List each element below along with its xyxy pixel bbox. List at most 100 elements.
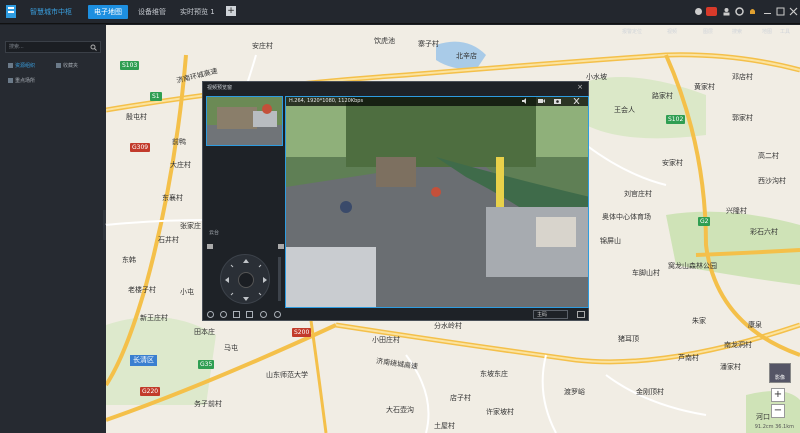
app-logo-icon: [6, 5, 16, 18]
place-label: 田本庄: [194, 328, 215, 336]
place-label: 许家坡村: [486, 408, 514, 416]
place-label: 小田庄村: [372, 336, 400, 344]
place-label: 新王庄村: [140, 314, 168, 322]
road-badge: G35: [198, 360, 215, 369]
tree-item[interactable]: 重点场所: [8, 77, 35, 84]
close-icon[interactable]: [789, 7, 798, 16]
video-player[interactable]: H.264, 1920*1080, 1120Kbps: [285, 96, 589, 308]
place-label: 安家村: [662, 159, 683, 167]
map-type-thumbnail[interactable]: 影像: [769, 363, 791, 383]
place-label: 马屯: [224, 344, 238, 352]
close-video-icon[interactable]: [573, 98, 580, 104]
place-label: 车脚山村: [632, 269, 660, 277]
place-label: 刘官庄村: [624, 190, 652, 198]
tab-favorites[interactable]: 收藏夹: [56, 62, 78, 69]
road-badge: G2: [698, 217, 711, 226]
place-label: 芦南村: [678, 354, 699, 362]
place-label: 河口: [756, 413, 770, 421]
place-label: 高二村: [758, 152, 779, 160]
thumbnail-image: [207, 97, 282, 145]
minimize-icon[interactable]: [763, 7, 772, 16]
fit-icon[interactable]: [246, 311, 253, 318]
place-label: 王会人: [614, 106, 635, 114]
tab-map[interactable]: 电子地图: [88, 5, 128, 19]
camera-thumbnail[interactable]: [206, 96, 283, 146]
place-label: 东坡东庄: [480, 370, 508, 378]
tab-resource[interactable]: 资源组织: [8, 62, 35, 69]
road-badge: S1: [150, 92, 162, 101]
place-label: 朱家: [692, 317, 706, 325]
search-input[interactable]: 搜索...: [5, 41, 101, 53]
place-label: 北辛店: [456, 52, 477, 60]
zoom-out-icon[interactable]: [207, 311, 214, 318]
tab-device[interactable]: 设备维管: [132, 5, 172, 19]
ptz-control-panel: 云台: [206, 229, 284, 305]
toolbar-map[interactable]: 地图: [762, 28, 772, 35]
zoom-in-icon[interactable]: [220, 311, 227, 318]
ptz-direction-pad[interactable]: [220, 254, 270, 304]
gear-icon[interactable]: [735, 7, 744, 16]
road-badge: S200: [292, 328, 312, 337]
zoom-out-button[interactable]: −: [771, 404, 785, 418]
place-label: 土屋村: [434, 422, 455, 430]
tab-preview[interactable]: 实时预览 1: [174, 5, 221, 19]
place-label: 郭家村: [732, 114, 753, 122]
toolbar-search[interactable]: 搜索: [732, 28, 742, 35]
resource-panel: 搜索... 资源组织 收藏夹 重点场所: [0, 25, 106, 433]
toolbar-layer[interactable]: 图层: [703, 28, 713, 35]
video-window-close-button[interactable]: ×: [577, 83, 583, 91]
video-header: H.264, 1920*1080, 1120Kbps: [286, 97, 588, 106]
place-label: 分水岭村: [434, 322, 462, 330]
video-preview-window: 视频预览窗 × 云台 H.264, 1920*1080, 1120Kbps 主码: [202, 81, 589, 321]
volume-icon[interactable]: [522, 98, 529, 104]
stream-quality-select[interactable]: 主码: [533, 310, 568, 319]
place-label: 张家庄: [180, 222, 201, 230]
user-icon[interactable]: [722, 7, 731, 16]
toolbar-alarm[interactable]: 报警定位: [622, 28, 642, 35]
maximize-icon[interactable]: [776, 7, 785, 16]
lock-icon[interactable]: [206, 241, 214, 249]
snapshot-icon[interactable]: [554, 98, 561, 104]
top-bar: 智慧城市中枢 电子地图 设备维管 实时预览 1 +: [0, 0, 800, 24]
district-label: 长清区: [130, 355, 157, 366]
fullscreen-icon[interactable]: [233, 311, 240, 318]
place-label: 山东师范大学: [266, 371, 308, 379]
alarm-icon[interactable]: [694, 7, 703, 16]
place-label: 金刚顶村: [636, 388, 664, 396]
lock-icon[interactable]: [278, 241, 284, 249]
place-label: 奥体中心体育场: [602, 213, 651, 221]
stream-info: H.264, 1920*1080, 1120Kbps: [289, 98, 364, 104]
record-icon[interactable]: [538, 98, 545, 104]
notification-icon[interactable]: [748, 7, 757, 16]
place-label: 东襄村: [162, 194, 183, 202]
place-label: 黄家村: [694, 83, 715, 91]
search-icon[interactable]: [90, 44, 97, 51]
place-label: 彩石六村: [750, 228, 778, 236]
place-label: 渡罗峪: [564, 388, 585, 396]
place-label: 窝龙山森林公园: [668, 262, 717, 270]
toolbar-video[interactable]: 视频: [667, 28, 677, 35]
place-label: 店子村: [450, 394, 471, 402]
favorites-icon: [56, 63, 61, 68]
zoom-slider[interactable]: [278, 257, 281, 301]
ptz-label: 云台: [209, 230, 220, 236]
record-badge[interactable]: [706, 7, 717, 16]
folder-icon: [8, 78, 13, 83]
ptz-arrows-icon: [225, 259, 267, 301]
settings-icon[interactable]: [260, 311, 267, 318]
expand-icon[interactable]: [577, 311, 585, 318]
map-scale: 91.2cm 36.1km: [754, 424, 794, 430]
zoom-in-button[interactable]: +: [771, 388, 785, 402]
place-label: 猪耳顶: [618, 335, 639, 343]
place-label: 大庄村: [170, 161, 191, 169]
toolbar-tools[interactable]: 工具: [780, 28, 790, 35]
add-tab-button[interactable]: +: [226, 6, 236, 16]
place-label: 殷屯村: [126, 113, 147, 121]
place-label: 潘家村: [720, 363, 741, 371]
stop-icon[interactable]: [274, 311, 281, 318]
place-label: 务子前村: [194, 400, 222, 408]
place-label: 小屯: [180, 288, 194, 296]
place-label: 邓店村: [732, 73, 753, 81]
place-label: 康泉: [748, 321, 762, 329]
place-label: 锦屏山: [600, 237, 621, 245]
